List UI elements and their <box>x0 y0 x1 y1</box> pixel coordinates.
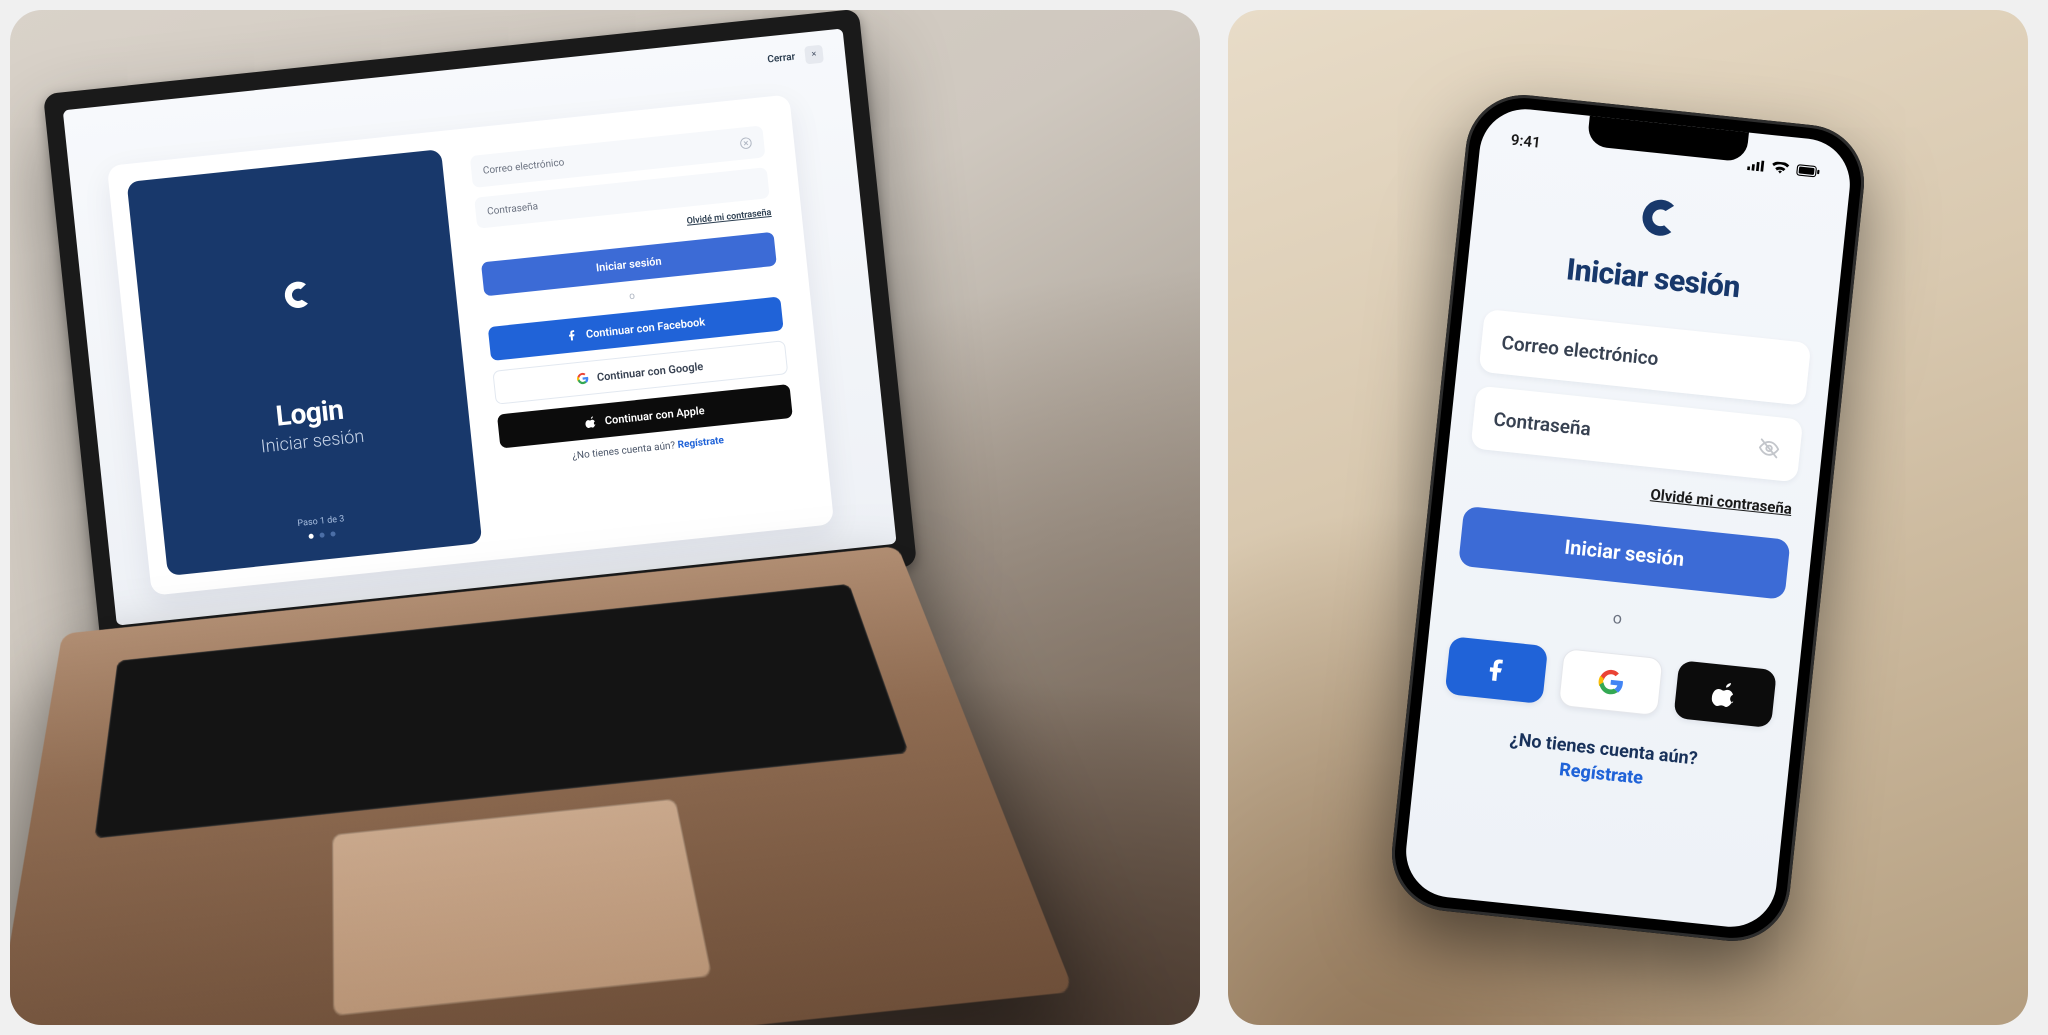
email-label: Correo electrónico <box>482 157 565 176</box>
step-dots <box>299 530 346 540</box>
phone-mockup-panel: 9:41 Iniciar sesión Cor <box>1228 10 2028 1025</box>
close-button[interactable]: Cerrar <box>767 51 796 65</box>
login-form: Correo electrónico Contraseña Olvidé mi … <box>456 94 834 559</box>
status-time: 9:41 <box>1510 130 1542 151</box>
continue-apple-button[interactable] <box>1673 660 1777 728</box>
signup-link[interactable]: Regístrate <box>677 435 724 451</box>
continue-google-button[interactable] <box>1558 648 1664 716</box>
hero-subtitle: Iniciar sesión <box>260 426 365 458</box>
clear-icon[interactable] <box>739 137 752 150</box>
signal-icon <box>1747 158 1766 172</box>
page-title: Iniciar sesión <box>1488 244 1818 313</box>
apple-icon <box>584 415 597 428</box>
trackpad <box>332 798 712 1016</box>
laptop-screen: Cerrar × Login Iniciar sesión Paso 1 de … <box>63 28 897 625</box>
step-label: Paso 1 de 3 <box>297 514 345 529</box>
submit-button[interactable]: Iniciar sesión <box>1458 505 1790 599</box>
social-login-row <box>1445 636 1777 728</box>
login-card: Login Iniciar sesión Paso 1 de 3 Correo … <box>107 94 834 595</box>
phone-screen: 9:41 Iniciar sesión Cor <box>1402 104 1855 931</box>
password-label: Contraseña <box>1492 407 1592 440</box>
signup-text: ¿No tienes cuenta aún? <box>572 440 679 462</box>
password-label: Contraseña <box>487 201 539 217</box>
apple-button-label: Continuar con Apple <box>604 404 705 427</box>
google-icon <box>1596 667 1625 696</box>
google-button-label: Continuar con Google <box>596 359 704 383</box>
wifi-icon <box>1771 161 1790 175</box>
step-indicator: Paso 1 de 3 <box>297 514 346 540</box>
battery-icon <box>1795 163 1822 178</box>
email-label: Correo electrónico <box>1500 330 1659 369</box>
separator-or: o <box>1453 591 1781 644</box>
eye-off-icon[interactable] <box>1757 435 1781 459</box>
signup-prompt: ¿No tienes cuenta aún? Regístrate <box>1437 721 1768 801</box>
apple-icon <box>1711 679 1740 708</box>
hero-title: Login <box>274 393 345 433</box>
phone-device: 9:41 Iniciar sesión Cor <box>1386 89 1870 946</box>
google-icon <box>576 372 589 385</box>
close-icon[interactable]: × <box>804 45 824 65</box>
continue-facebook-button[interactable] <box>1445 636 1549 704</box>
brand-c-logo-icon <box>1627 184 1693 250</box>
brand-c-logo-icon <box>273 271 330 399</box>
facebook-icon <box>565 329 578 342</box>
facebook-button-label: Continuar con Facebook <box>585 315 705 340</box>
laptop-mockup-panel: Cerrar × Login Iniciar sesión Paso 1 de … <box>10 10 1200 1025</box>
facebook-icon <box>1482 655 1511 684</box>
keyboard <box>94 584 909 839</box>
laptop-device: Cerrar × Login Iniciar sesión Paso 1 de … <box>43 10 917 651</box>
hero-panel: Login Iniciar sesión Paso 1 de 3 <box>127 149 482 576</box>
